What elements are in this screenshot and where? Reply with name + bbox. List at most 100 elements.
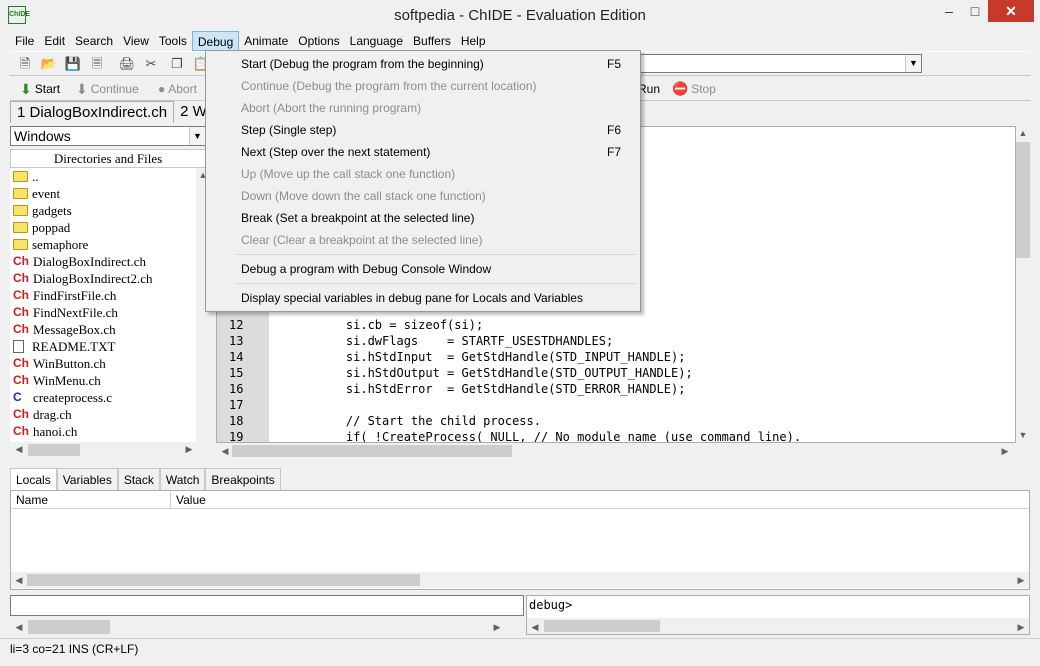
file-name: WinMenu.ch (33, 373, 101, 388)
tab-file-1[interactable]: 1 DialogBoxIndirect.ch (10, 101, 175, 123)
debug-menu-item[interactable]: Debug a program with Debug Console Windo… (208, 258, 638, 280)
tab-variables[interactable]: Variables (56, 468, 118, 490)
command-input[interactable] (10, 595, 524, 616)
maximize-button[interactable]: □ (962, 0, 988, 22)
scroll-left-icon[interactable]: ◀ (12, 622, 26, 633)
file-list-hscrollbar[interactable]: ◀ ▶ (10, 442, 210, 458)
editor-hscroll-thumb[interactable] (232, 445, 512, 457)
file-list-item[interactable]: Ch DialogBoxIndirect.ch (10, 253, 196, 270)
file-list-item[interactable]: README.TXT (10, 338, 196, 355)
file-list-item[interactable]: .. (10, 168, 196, 185)
menu-item-label: Display special variables in debug pane … (241, 291, 583, 305)
tab-stack[interactable]: Stack (117, 468, 160, 490)
file-list-item[interactable]: Ch FindFirstFile.ch (10, 287, 196, 304)
folder-icon (13, 222, 28, 233)
file-list-item[interactable]: Ch WinMenu.ch (10, 372, 196, 389)
continue-button[interactable]: ⬇ Continue (76, 80, 139, 98)
chevron-down-icon[interactable]: ▼ (905, 55, 921, 72)
file-list-item[interactable]: Ch WinButton.ch (10, 355, 196, 372)
file-list-item[interactable]: Ch drag.ch (10, 406, 196, 423)
new-file-icon[interactable]: 🗎 (16, 55, 34, 73)
menu-item-label: Down (Move down the call stack one funct… (241, 189, 486, 203)
code-line: 13 si.dwFlags = STARTF_USESTDHANDLES; (217, 333, 1015, 349)
command-combo[interactable]: ▼ (630, 54, 922, 73)
ch-file-icon: Ch (13, 254, 29, 268)
tab-breakpoints[interactable]: Breakpoints (205, 468, 281, 490)
menu-edit[interactable]: Edit (39, 31, 70, 51)
scroll-right-icon[interactable]: ▶ (490, 622, 504, 633)
debug-menu-item[interactable]: Start (Debug the program from the beginn… (208, 53, 638, 75)
debug-menu-item[interactable]: Break (Set a breakpoint at the selected … (208, 207, 638, 229)
debug-menu-item[interactable]: Next (Step over the next statement) F7 (208, 141, 638, 163)
editor-vscroll-thumb[interactable] (1016, 142, 1030, 258)
directory-combo[interactable]: Windows ▼ (10, 126, 206, 146)
debug-menu-item[interactable]: Display special variables in debug pane … (208, 287, 638, 309)
file-list-item[interactable]: poppad (10, 219, 196, 236)
file-list-item[interactable]: gadgets (10, 202, 196, 219)
line-text: si.hStdOutput = GetStdHandle(STD_OUTPUT_… (317, 366, 693, 380)
copy-icon[interactable]: ❐ (168, 55, 186, 73)
debug-menu-item[interactable]: Continue (Debug the program from the cur… (208, 75, 638, 97)
debug-console-hscroll-thumb[interactable] (544, 620, 660, 632)
command-hscroll-thumb[interactable] (28, 620, 110, 634)
scroll-left-icon[interactable]: ◀ (12, 444, 26, 455)
ch-file-icon: Ch (13, 305, 29, 319)
menu-options[interactable]: Options (293, 31, 344, 51)
start-button[interactable]: ⬇ Start (20, 80, 60, 98)
file-list-item[interactable]: event (10, 185, 196, 202)
continue-arrow-icon: ⬇ (76, 81, 88, 97)
stop-button[interactable]: ⛔ Stop (672, 80, 716, 98)
save-icon[interactable]: 💾 (64, 55, 82, 73)
file-list-item[interactable]: Ch FindNextFile.ch (10, 304, 196, 321)
file-list-item[interactable]: Ch MessageBox.ch (10, 321, 196, 338)
scroll-right-icon[interactable]: ▶ (1014, 622, 1028, 633)
file-list-item[interactable]: Ch hanoi.ch (10, 423, 196, 440)
scroll-thumb[interactable] (28, 444, 80, 456)
tab-locals[interactable]: Locals (10, 468, 57, 491)
menu-animate[interactable]: Animate (239, 31, 293, 51)
locals-hscroll-thumb[interactable] (27, 574, 420, 586)
column-name-header[interactable]: Name (11, 491, 171, 509)
scroll-right-icon[interactable]: ▶ (1014, 575, 1028, 586)
menu-search[interactable]: Search (70, 31, 118, 51)
open-folder-icon[interactable]: 📂 (40, 55, 58, 73)
minimize-button[interactable]: – (936, 0, 962, 22)
abort-button[interactable]: ● Abort (158, 80, 197, 98)
debug-menu-item[interactable]: Clear (Clear a breakpoint at the selecte… (208, 229, 638, 251)
menu-view[interactable]: View (118, 31, 154, 51)
file-list-item[interactable]: Ch DialogBoxIndirect2.ch (10, 270, 196, 287)
chevron-down-icon[interactable]: ▼ (189, 127, 205, 145)
close-button[interactable]: ✕ (988, 0, 1034, 22)
debug-menu-item[interactable]: Step (Single step) F6 (208, 119, 638, 141)
debug-menu-item[interactable]: Abort (Abort the running program) (208, 97, 638, 119)
menu-debug[interactable]: Debug (191, 31, 240, 51)
menu-tools[interactable]: Tools (154, 31, 192, 51)
menu-language[interactable]: Language (345, 31, 408, 51)
line-number: 12 (229, 318, 244, 332)
debug-menu-item[interactable]: Down (Move down the call stack one funct… (208, 185, 638, 207)
file-list-item[interactable]: Ccreateprocess.c (10, 389, 196, 406)
file-name: .. (32, 169, 39, 184)
scroll-up-icon[interactable]: ▲ (1016, 128, 1030, 138)
close-file-icon[interactable]: 🗏 (88, 55, 106, 73)
print-icon[interactable]: 🖨 (118, 55, 136, 73)
run-button[interactable]: Run (638, 80, 660, 98)
scroll-down-icon[interactable]: ▼ (1016, 430, 1030, 440)
tab-watch[interactable]: Watch (159, 468, 206, 490)
cut-icon[interactable]: ✂ (142, 55, 160, 73)
menu-help[interactable]: Help (456, 31, 491, 51)
shortcut-key: F5 (607, 57, 622, 71)
directories-header: Directories and Files (10, 149, 206, 168)
scroll-left-icon[interactable]: ◀ (218, 446, 232, 457)
scroll-right-icon[interactable]: ▶ (998, 446, 1012, 457)
menu-buffers[interactable]: Buffers (408, 31, 456, 51)
scroll-left-icon[interactable]: ◀ (528, 622, 542, 633)
column-value-header[interactable]: Value (171, 491, 1029, 509)
scroll-left-icon[interactable]: ◀ (12, 575, 26, 586)
menu-file[interactable]: File (10, 31, 39, 51)
file-list-item[interactable]: semaphore (10, 236, 196, 253)
scroll-right-icon[interactable]: ▶ (182, 444, 196, 455)
ch-file-icon: Ch (13, 288, 29, 302)
line-text: si.dwFlags = STARTF_USESTDHANDLES; (317, 334, 614, 348)
debug-menu-item[interactable]: Up (Move up the call stack one function) (208, 163, 638, 185)
